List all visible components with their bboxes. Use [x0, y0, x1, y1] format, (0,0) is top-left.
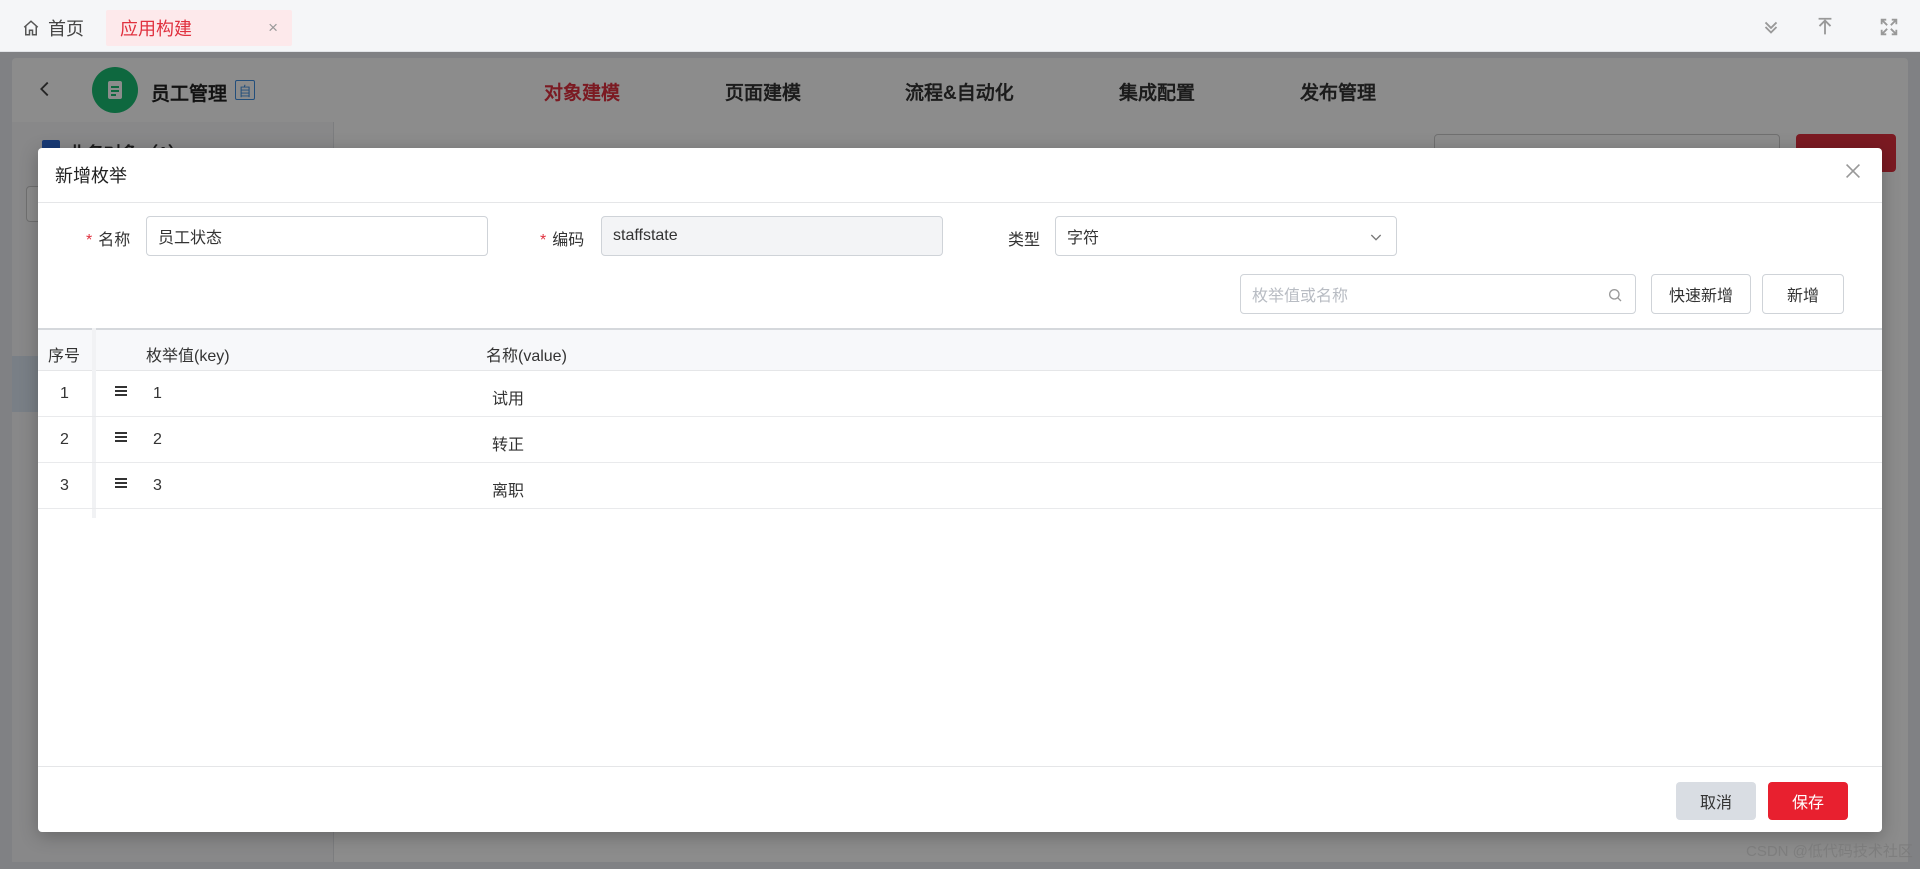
row-key[interactable]: 3: [153, 477, 162, 495]
name-label: * 名称: [86, 226, 130, 250]
quick-add-button[interactable]: 快速新增: [1651, 274, 1751, 314]
code-input[interactable]: staffstate: [601, 216, 943, 256]
row-index: 1: [60, 385, 69, 402]
chevron-down-icon: [1370, 234, 1382, 241]
add-enum-dialog: 新增枚举 * 名称 员工状态 * 编码 staffstate 类型 字符 枚举值或名…: [38, 148, 1882, 832]
cancel-button[interactable]: 取消: [1676, 782, 1756, 820]
row-index: 2: [60, 431, 69, 448]
search-icon: [1609, 289, 1622, 302]
table-row: 2 2 转正: [38, 417, 1882, 463]
close-icon[interactable]: [1842, 160, 1864, 182]
drag-handle-icon[interactable]: [114, 476, 128, 490]
required-mark: *: [86, 232, 93, 249]
home-icon: [23, 20, 39, 36]
type-label: 类型: [1008, 232, 1041, 249]
type-select[interactable]: 字符: [1055, 216, 1397, 256]
row-value[interactable]: 转正: [492, 431, 524, 455]
tab-app-build[interactable]: 应用构建 ×: [106, 10, 292, 46]
tab-app-build-label: 应用构建: [120, 19, 192, 39]
upload-icon[interactable]: [1814, 16, 1836, 38]
code-label: * 编码: [540, 226, 584, 250]
tab-home[interactable]: 首页: [22, 10, 84, 46]
required-mark: *: [540, 232, 547, 249]
name-input[interactable]: 员工状态: [146, 216, 488, 256]
name-label-text: 名称: [98, 232, 131, 249]
divider: [38, 202, 1882, 203]
table-row: 3 3 离职: [38, 463, 1882, 509]
enum-search-input[interactable]: 枚举值或名称: [1240, 274, 1636, 314]
tab-bar: 首页 应用构建 ×: [0, 0, 1920, 52]
header-value: 名称(value): [486, 348, 567, 365]
drag-handle-icon[interactable]: [114, 384, 128, 398]
table-header: 序号 枚举值(key) 名称(value): [38, 328, 1882, 371]
header-key: 枚举值(key): [146, 348, 230, 365]
footer-divider: [38, 766, 1882, 767]
chevron-double-down-icon[interactable]: [1760, 16, 1782, 38]
drag-handle-icon[interactable]: [114, 430, 128, 444]
search-placeholder: 枚举值或名称: [1252, 288, 1349, 305]
row-key[interactable]: 2: [153, 431, 162, 449]
code-label-text: 编码: [552, 232, 585, 249]
row-index: 3: [60, 477, 69, 494]
dialog-title: 新增枚举: [55, 166, 127, 186]
row-value[interactable]: 离职: [492, 477, 524, 501]
table-row: 1 1 试用: [38, 371, 1882, 417]
tab-home-label: 首页: [48, 19, 84, 39]
row-value[interactable]: 试用: [492, 385, 524, 409]
header-index: 序号: [48, 348, 81, 365]
watermark: CSDN @低代码技术社区: [1746, 843, 1913, 860]
fullscreen-icon[interactable]: [1878, 16, 1900, 38]
add-button[interactable]: 新增: [1762, 274, 1844, 314]
save-button[interactable]: 保存: [1768, 782, 1848, 820]
row-key[interactable]: 1: [153, 385, 162, 403]
type-select-value: 字符: [1067, 230, 1100, 247]
close-icon[interactable]: ×: [268, 18, 278, 38]
